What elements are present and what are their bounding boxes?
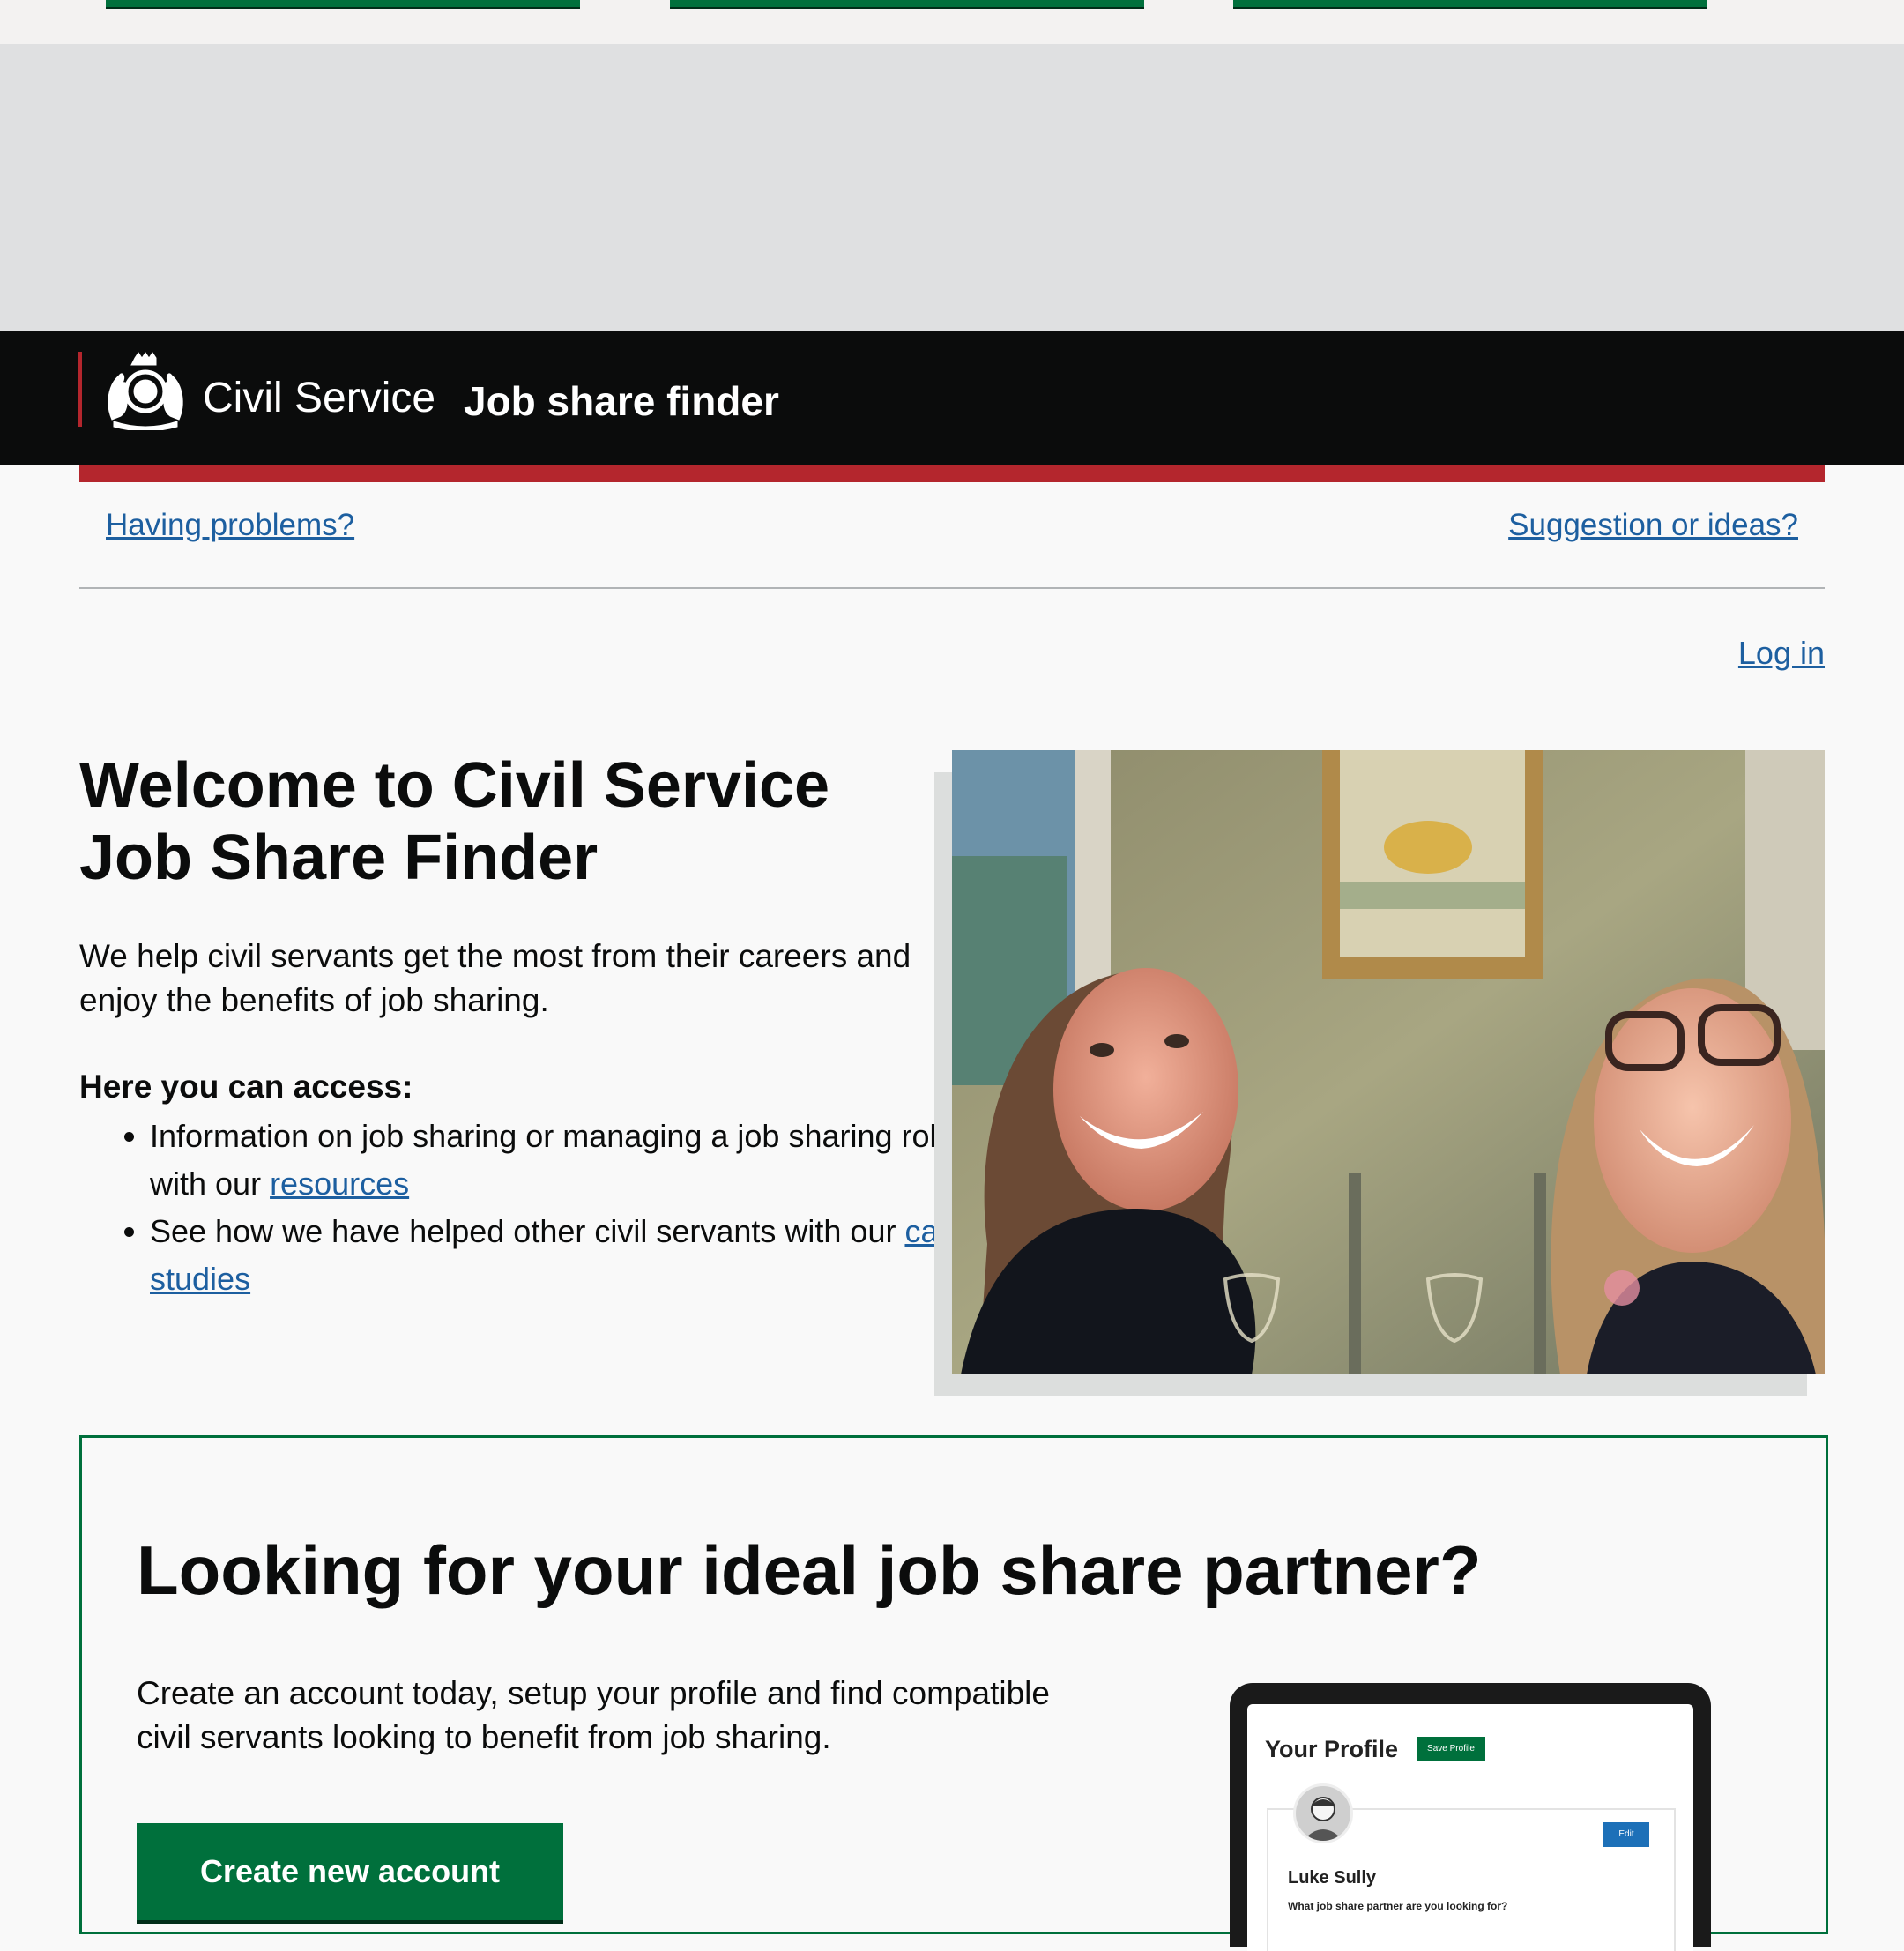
service-name[interactable]: Job share finder xyxy=(464,377,779,425)
partner-panel: Looking for your ideal job share partner… xyxy=(79,1435,1828,1951)
partner-panel-title: Looking for your ideal job share partner… xyxy=(137,1531,1482,1609)
intro-description: We help civil servants get the most from… xyxy=(79,938,911,1018)
login-link[interactable]: Log in xyxy=(1738,635,1825,672)
page-title-line-1: Welcome to Civil Service xyxy=(79,750,830,821)
page-title-line-2: Job Share Finder xyxy=(79,823,599,893)
cookie-reject-button[interactable] xyxy=(670,0,1144,9)
resources-link[interactable]: resources xyxy=(270,1165,409,1202)
list-item: See how we have helped other civil serva… xyxy=(150,1208,996,1303)
having-problems-link[interactable]: Having problems? xyxy=(106,508,354,543)
job-sharers-photo xyxy=(952,750,1825,1374)
list-item-text: See how we have helped other civil serva… xyxy=(150,1213,905,1249)
profile-preview-title: Your Profile xyxy=(1265,1736,1399,1762)
site-header: Civil Service Job share finder xyxy=(0,331,1904,465)
cookie-accept-button[interactable] xyxy=(106,0,580,9)
org-name[interactable]: Civil Service xyxy=(203,374,435,422)
cookie-banner xyxy=(0,0,1904,44)
profile-preview-name: Luke Sully xyxy=(1288,1868,1377,1888)
partner-panel-description: Create an account today, setup your prof… xyxy=(137,1675,1050,1755)
profile-preview-question: What job share partner are you looking f… xyxy=(1288,1900,1508,1912)
profile-preview-edit-button: Edit xyxy=(1603,1822,1649,1847)
suggestion-link[interactable]: Suggestion or ideas? xyxy=(1508,508,1798,543)
header-accent-line xyxy=(78,352,82,427)
profile-preview-tablet: Your Profile Save Profile Edit Luke Sull… xyxy=(1230,1683,1711,1951)
profile-preview-save-button: Save Profile xyxy=(1417,1737,1485,1761)
create-account-button[interactable]: Create new account xyxy=(137,1823,563,1920)
avatar-icon xyxy=(1303,1797,1343,1841)
banner-placeholder xyxy=(0,44,1904,331)
access-heading: Here you can access: xyxy=(79,1069,413,1105)
access-list: Information on job sharing or managing a… xyxy=(79,1113,996,1303)
avatar xyxy=(1293,1783,1353,1843)
royal-crest-icon[interactable] xyxy=(100,351,191,430)
header-red-bar xyxy=(79,465,1825,482)
profile-preview-screen: Your Profile Save Profile Edit Luke Sull… xyxy=(1247,1704,1693,1951)
page-title: Welcome to Civil Service Job Share Finde… xyxy=(79,749,926,894)
create-account-label: Create new account xyxy=(199,1853,501,1889)
divider xyxy=(79,587,1825,589)
list-item: Information on job sharing or managing a… xyxy=(150,1113,996,1208)
cookie-settings-button[interactable] xyxy=(1233,0,1707,9)
